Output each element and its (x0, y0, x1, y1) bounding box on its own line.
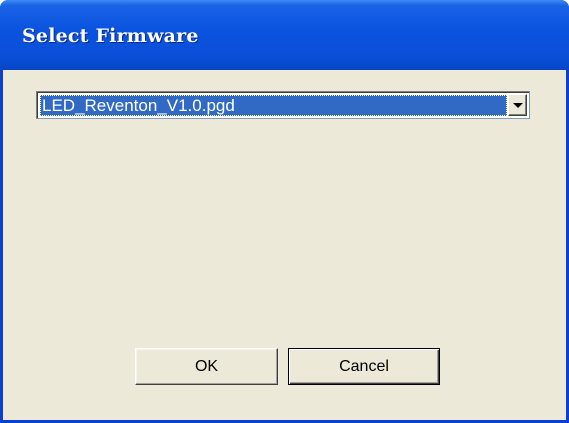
firmware-select-value-highlight[interactable]: LED_Reventon_V1.0.pgd (40, 95, 507, 116)
chevron-down-icon (513, 103, 523, 108)
dialog-body: LED_Reventon_V1.0.pgd OK Cancel (3, 70, 566, 420)
title-bar[interactable]: Select Firmware (0, 0, 569, 70)
firmware-select[interactable]: LED_Reventon_V1.0.pgd (36, 91, 530, 119)
dropdown-button[interactable] (508, 94, 527, 116)
dialog-title: Select Firmware (22, 25, 199, 47)
select-firmware-dialog: Select Firmware LED_Reventon_V1.0.pgd OK… (0, 0, 569, 423)
ok-button[interactable]: OK (135, 348, 278, 385)
ok-button-label: OK (194, 357, 219, 375)
firmware-select-value: LED_Reventon_V1.0.pgd (42, 96, 235, 115)
cancel-button[interactable]: Cancel (288, 348, 440, 385)
cancel-button-label: Cancel (339, 357, 389, 375)
